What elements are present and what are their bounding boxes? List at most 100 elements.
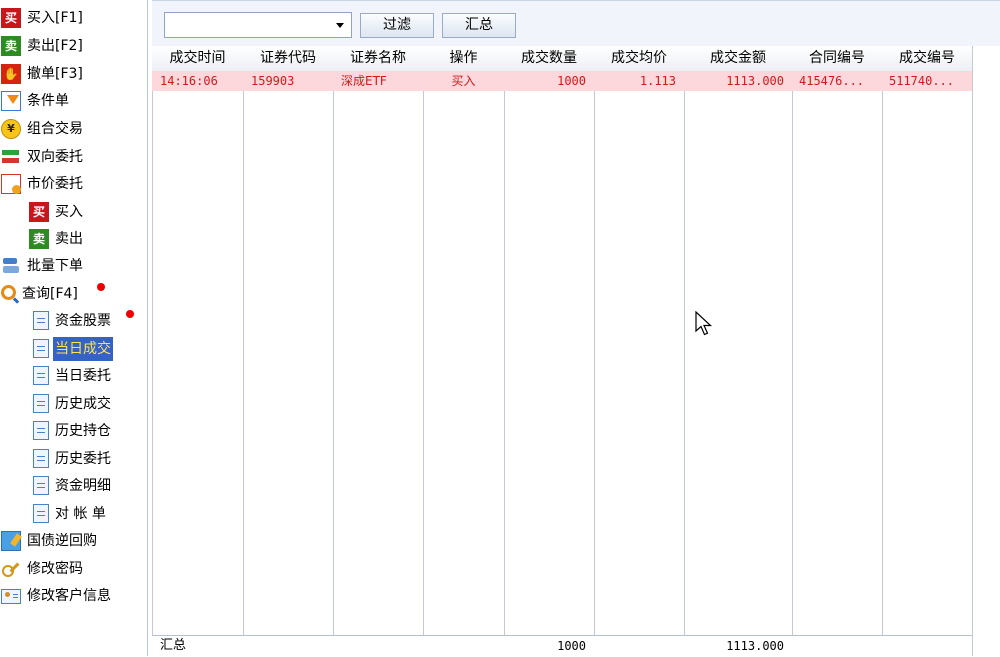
sidebar-item-today-orders[interactable]: 当日委托 <box>31 364 113 388</box>
total-amount: 1113.000 <box>726 639 784 653</box>
column-divider <box>792 46 793 656</box>
condition-order-icon <box>1 91 21 111</box>
sidebar-item-label: 条件单 <box>27 93 69 109</box>
cell-quantity: 1000 <box>557 74 586 88</box>
summary-button[interactable]: 汇总 <box>442 13 516 38</box>
mouse-cursor-icon <box>695 311 713 336</box>
sidebar-item-edit-customer-info[interactable]: 修改客户信息 <box>1 584 113 608</box>
bond-repo-icon <box>1 531 21 551</box>
sidebar-item-label: 买入 <box>55 204 83 220</box>
key-icon <box>1 559 21 579</box>
document-icon <box>33 366 49 385</box>
column-header-trade-time[interactable]: 成交时间 <box>152 46 243 71</box>
cell-trade-no: 511740... <box>889 74 955 88</box>
sidebar-item-market-buy[interactable]: 买买入 <box>29 200 85 224</box>
column-divider <box>684 46 685 656</box>
sidebar-item-label: 资金股票 <box>55 313 111 329</box>
document-icon <box>33 476 49 495</box>
table-row[interactable]: 14:16:06 159903 深成ETF 买入 1000 1.113 1113… <box>152 71 972 91</box>
sidebar-item-label: 市价委托 <box>27 176 83 192</box>
sidebar-item-market-order[interactable]: 市价委托 <box>1 172 85 196</box>
column-header-security-name[interactable]: 证券名称 <box>333 46 423 71</box>
document-icon <box>33 504 49 523</box>
column-divider <box>504 46 505 656</box>
sidebar-item-history-positions[interactable]: 历史持仓 <box>31 419 113 443</box>
document-icon <box>33 394 49 413</box>
cell-security-name: 深成ETF <box>341 74 387 88</box>
cancel-icon: ✋ <box>1 64 21 84</box>
table-header: 成交时间 证券代码 证券名称 操作 成交数量 成交均价 成交金额 合同编号 成交… <box>152 46 972 72</box>
column-divider <box>972 46 973 656</box>
sidebar-item-label: 组合交易 <box>27 121 83 137</box>
sidebar-item-label: 历史持仓 <box>55 423 111 439</box>
column-divider <box>333 46 334 656</box>
cell-trade-time: 14:16:06 <box>160 74 218 88</box>
notification-dot <box>126 310 134 318</box>
sidebar-item-label: 国债逆回购 <box>27 533 97 549</box>
buy-icon: 买 <box>29 202 49 222</box>
sidebar-item-label: 批量下单 <box>27 258 83 274</box>
column-header-security-code[interactable]: 证券代码 <box>243 46 333 71</box>
sidebar-item-combo-trade[interactable]: ¥ 组合交易 <box>1 117 85 141</box>
sidebar-item-fund-details[interactable]: 资金明细 <box>31 474 113 498</box>
column-divider <box>152 46 153 656</box>
filter-dropdown[interactable] <box>164 12 352 38</box>
market-order-icon <box>1 174 21 194</box>
column-header-operation[interactable]: 操作 <box>423 46 504 71</box>
column-header-avg-price[interactable]: 成交均价 <box>594 46 684 71</box>
sidebar-item-buy-f1[interactable]: 买买入[F1] <box>1 6 85 30</box>
column-divider <box>594 46 595 656</box>
sidebar-item-label: 资金明细 <box>55 478 111 494</box>
sidebar-item-market-sell[interactable]: 卖卖出 <box>29 227 85 251</box>
column-divider <box>882 46 883 656</box>
filter-button[interactable]: 过滤 <box>360 13 434 38</box>
sidebar-item-funds-stocks[interactable]: 资金股票 <box>31 309 113 333</box>
sidebar-item-label: 对 帐 单 <box>55 506 106 522</box>
sidebar-item-query-f4[interactable]: 查询[F4] <box>1 282 80 306</box>
sidebar-item-bond-repo[interactable]: 国债逆回购 <box>1 529 99 553</box>
column-header-contract-no[interactable]: 合同编号 <box>792 46 882 71</box>
sidebar-item-condition-order[interactable]: 条件单 <box>1 89 71 113</box>
sidebar-item-label: 修改客户信息 <box>27 588 111 604</box>
document-icon <box>33 449 49 468</box>
total-quantity: 1000 <box>557 639 586 653</box>
sidebar-item-two-way-order[interactable]: 双向委托 <box>1 145 85 169</box>
two-way-order-icon <box>1 147 21 167</box>
column-divider <box>423 46 424 656</box>
column-header-quantity[interactable]: 成交数量 <box>504 46 594 71</box>
document-icon <box>33 311 49 330</box>
batch-order-icon <box>1 256 21 276</box>
trades-table: 成交时间 证券代码 证券名称 操作 成交数量 成交均价 成交金额 合同编号 成交… <box>152 46 1000 657</box>
cell-amount: 1113.000 <box>726 74 784 88</box>
column-header-trade-no[interactable]: 成交编号 <box>882 46 972 71</box>
cell-contract-no: 415476... <box>799 74 865 88</box>
document-icon <box>33 421 49 440</box>
sidebar-item-label: 买入[F1] <box>27 10 83 26</box>
sidebar-item-sell-f2[interactable]: 卖卖出[F2] <box>1 34 85 58</box>
sidebar-item-label: 当日成交 <box>53 337 113 361</box>
sell-icon: 卖 <box>29 229 49 249</box>
chevron-down-icon[interactable] <box>336 23 344 28</box>
notification-dot <box>97 283 105 291</box>
column-header-amount[interactable]: 成交金额 <box>684 46 792 71</box>
document-icon <box>33 339 49 358</box>
sidebar-item-label: 双向委托 <box>27 149 83 165</box>
cell-operation: 买入 <box>451 74 476 88</box>
sidebar-item-label: 卖出 <box>55 231 83 247</box>
sidebar-item-label: 撤单[F3] <box>27 66 83 82</box>
sidebar-item-label: 历史成交 <box>55 396 111 412</box>
sidebar-item-statement[interactable]: 对 帐 单 <box>31 502 108 526</box>
sidebar-item-batch-order[interactable]: 批量下单 <box>1 254 85 278</box>
sidebar-item-label: 卖出[F2] <box>27 38 83 54</box>
sidebar-item-cancel-f3[interactable]: ✋ 撤单[F3] <box>1 62 85 86</box>
combo-trade-icon: ¥ <box>1 119 21 139</box>
sidebar-item-history-trades[interactable]: 历史成交 <box>31 392 113 416</box>
total-label: 汇总 <box>160 638 187 653</box>
sidebar-item-change-password[interactable]: 修改密码 <box>1 557 85 581</box>
user-info-icon <box>1 589 21 604</box>
sidebar-item-history-orders[interactable]: 历史委托 <box>31 447 113 471</box>
query-toolbar: 过滤 汇总 <box>152 0 1000 46</box>
sidebar-item-label: 查询[F4] <box>22 286 78 302</box>
sidebar-item-today-trades[interactable]: 当日成交 <box>31 337 113 361</box>
sidebar-item-label: 当日委托 <box>55 368 111 384</box>
